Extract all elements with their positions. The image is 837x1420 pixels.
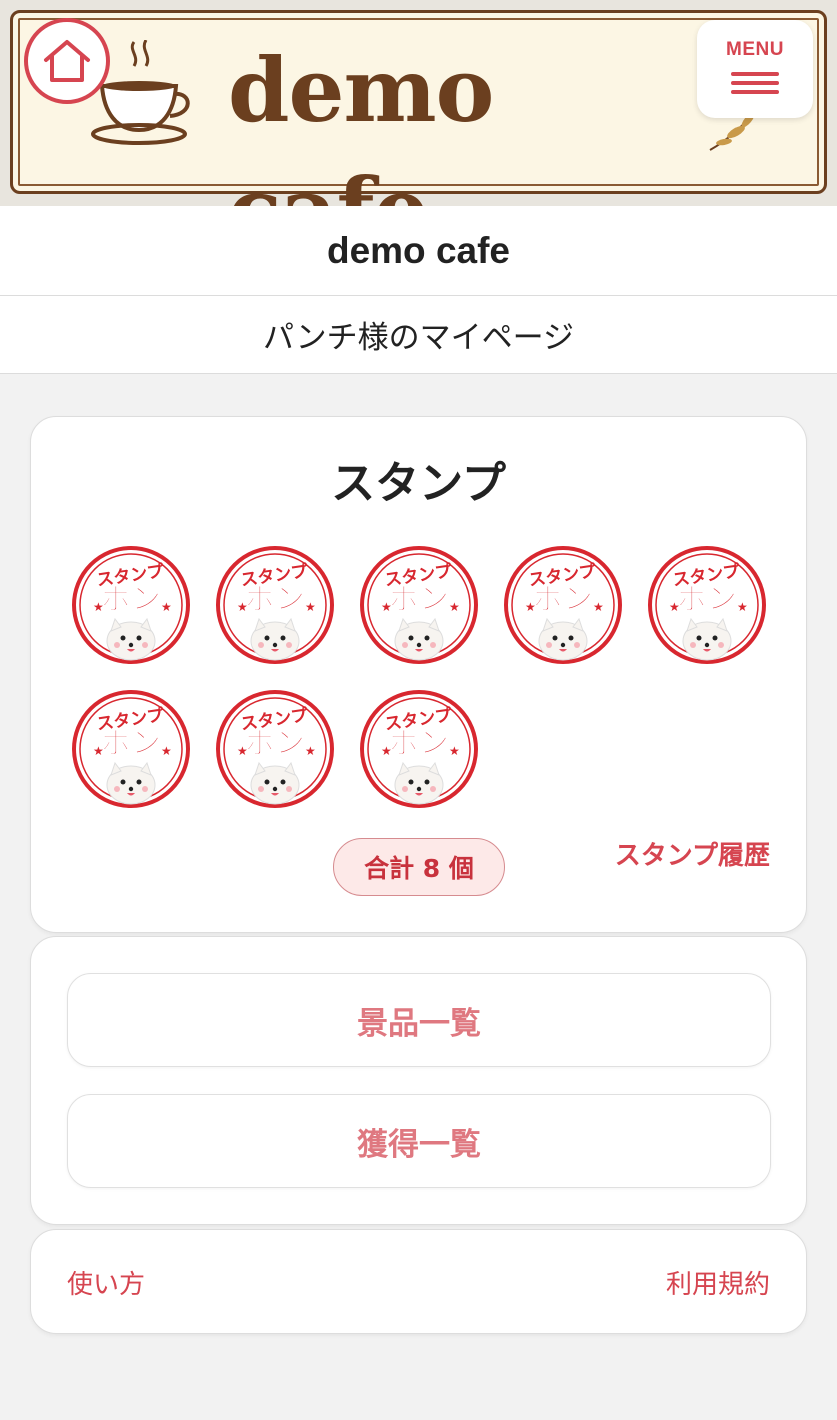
svg-text:★: ★ [669, 600, 680, 614]
how-to-link[interactable]: 使い方 [67, 1264, 145, 1301]
shop-name: demo cafe [326, 229, 510, 271]
home-icon [44, 40, 90, 82]
svg-text:ポン: ポン [101, 582, 161, 617]
stamp-heading: スタンプ [331, 458, 506, 509]
svg-text:★: ★ [93, 600, 104, 614]
stamp-badge: スタンプポン★ ★ [216, 690, 334, 808]
hamburger-icon [731, 67, 779, 99]
svg-text:★: ★ [381, 600, 392, 614]
svg-text:ポン: ポン [533, 582, 593, 617]
menu-button[interactable]: MENU [697, 20, 813, 118]
svg-text:ポン: ポン [389, 726, 449, 761]
shop-name-bar: demo cafe [0, 206, 837, 296]
footer-links-card: 使い方 利用規約 [30, 1229, 807, 1334]
stamp-badge: スタンプポン★ ★ [504, 546, 622, 664]
svg-text:★: ★ [161, 600, 172, 614]
menu-label: MENU [726, 39, 784, 60]
terms-link[interactable]: 利用規約 [666, 1264, 770, 1301]
mypage-bar: パンチ様のマイページ [0, 296, 837, 374]
svg-text:★: ★ [737, 600, 748, 614]
stamp-total-badge: 合計 8 個 [333, 838, 505, 896]
svg-text:★: ★ [305, 744, 316, 758]
stamp-badge: スタンプポン★ ★ [72, 546, 190, 664]
svg-text:★: ★ [237, 600, 248, 614]
svg-text:★: ★ [161, 744, 172, 758]
acquired-list-button[interactable]: 獲得一覧 [67, 1094, 771, 1188]
stamp-badge: スタンプポン★ ★ [360, 546, 478, 664]
svg-text:★: ★ [525, 600, 536, 614]
svg-text:★: ★ [381, 744, 392, 758]
stamp-badge: スタンプポン★ ★ [648, 546, 766, 664]
prize-list-button[interactable]: 景品一覧 [67, 973, 771, 1067]
stamp-history-link[interactable]: スタンプ履歴 [615, 835, 770, 872]
stamp-badge: スタンプポン★ ★ [72, 690, 190, 808]
svg-text:★: ★ [449, 744, 460, 758]
svg-text:★: ★ [593, 600, 604, 614]
svg-text:ポン: ポン [245, 726, 305, 761]
svg-text:ポン: ポン [101, 726, 161, 761]
svg-text:★: ★ [93, 744, 104, 758]
stamp-card: スタンプ スタンプ ポン ★ ★ スタンプ ポン ★ ★ スタンプ ポン ★ ★ スタンプ ポン ★ ★ スタン… [30, 416, 807, 933]
svg-text:★: ★ [305, 600, 316, 614]
svg-text:★: ★ [449, 600, 460, 614]
svg-text:ポン: ポン [245, 582, 305, 617]
mypage-title: パンチ様のマイページ [263, 320, 574, 356]
stamp-badge: スタンプポン★ ★ [360, 690, 478, 808]
header-banner: demo cafe MENU [0, 0, 837, 262]
stamp-badge: スタンプポン★ ★ [216, 546, 334, 664]
svg-text:ポン: ポン [389, 582, 449, 617]
home-button[interactable] [24, 18, 110, 104]
svg-text:ポン: ポン [677, 582, 737, 617]
svg-text:★: ★ [237, 744, 248, 758]
prize-card: 景品一覧 獲得一覧 [30, 936, 807, 1225]
